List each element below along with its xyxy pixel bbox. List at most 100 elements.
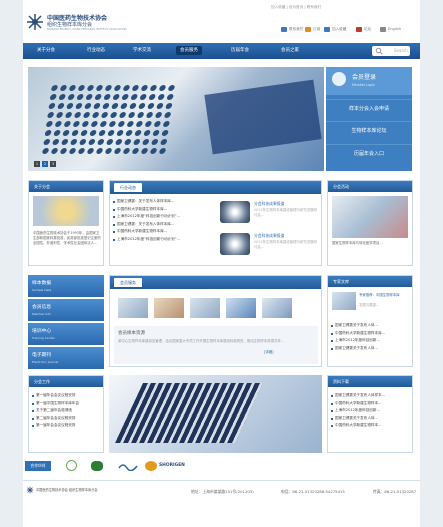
- side-apply-button[interactable]: 样本分会入会申请: [326, 99, 412, 117]
- tube-cap: [154, 112, 163, 118]
- nav-item-member-service[interactable]: 会员服务: [176, 46, 202, 55]
- service-thumb[interactable]: [154, 298, 184, 318]
- partner-logo-3[interactable]: [118, 461, 138, 471]
- tube-cap: [83, 103, 93, 109]
- tube-cap: [119, 103, 129, 109]
- banner-page-1[interactable]: 1: [34, 161, 40, 167]
- news-thumb-title[interactable]: 分会科技成果报道: [254, 201, 284, 207]
- util-forum[interactable]: 论坛: [356, 25, 371, 33]
- banner-page-2[interactable]: 2: [42, 161, 48, 167]
- services-more-link[interactable]: [详细]: [264, 349, 273, 354]
- quick-links[interactable]: 加入收藏 | 设为首页 | 联系我们: [271, 5, 321, 10]
- footer: 中国医药生物技术协会 组织生物样本库分会 地址：上海市某某路151号(20120…: [23, 480, 420, 506]
- tube-cap: [55, 112, 64, 118]
- service-thumb[interactable]: [190, 298, 220, 318]
- util-english[interactable]: English: [380, 25, 401, 33]
- expert-card-title[interactable]: 专家推荐：中国生物样本库: [359, 293, 411, 303]
- partner-logo-2[interactable]: [91, 461, 103, 471]
- special-box: 分会工作 第一届年会会议议程安排 第一届中国生物样本库年会 关于第二届年会邀请函…: [28, 375, 104, 453]
- news-item[interactable]: 中国药科大学新建生物样本库...: [112, 206, 216, 214]
- download-item[interactable]: 中国药科大学新建生物样本...: [330, 400, 412, 408]
- tube-cap: [58, 94, 67, 100]
- services-heading: 会员样本资源: [118, 331, 145, 336]
- tube-cap: [72, 121, 81, 127]
- expert-item[interactable]: 中国药科大学新建生物样本库...: [330, 330, 412, 338]
- news-thumb-image[interactable]: [220, 233, 250, 255]
- sample-data-button[interactable]: 样本数据 Sample Data: [28, 275, 104, 297]
- tube-cap: [82, 112, 91, 118]
- tube-cap: [70, 130, 80, 136]
- about-title[interactable]: 关于分会: [29, 181, 103, 192]
- member-info-button[interactable]: 会员信息 Member Info: [28, 299, 104, 321]
- tube-cap: [123, 139, 132, 145]
- tab-services[interactable]: 会员服务: [114, 278, 142, 287]
- news-thumb-title[interactable]: 分会科技成果报道: [254, 233, 284, 239]
- service-thumb[interactable]: [226, 298, 256, 318]
- util-favorite[interactable]: 加入收藏: [324, 25, 346, 33]
- tube-cap: [47, 103, 57, 109]
- tube-cap: [118, 112, 127, 118]
- special-item[interactable]: 第一届年会会议议程安排: [31, 392, 103, 400]
- tube-cap: [112, 94, 121, 100]
- mid-banner[interactable]: [109, 375, 322, 453]
- download-item[interactable]: 国家卫健委关于发布人体样本...: [330, 392, 412, 400]
- journal-button[interactable]: 电子期刊 Electronic Journal: [28, 347, 104, 369]
- activity-title[interactable]: 分会活动: [328, 181, 412, 192]
- special-item[interactable]: 关于第二届年会邀请函: [31, 407, 103, 415]
- util-subscribe[interactable]: 订阅: [305, 25, 320, 33]
- util-contact[interactable]: 联系我们: [281, 25, 303, 33]
- nav-item-news[interactable]: 行业动态: [87, 47, 105, 53]
- download-item[interactable]: 中国药科大学新建生物样本...: [330, 422, 412, 430]
- download-list: 国家卫健委关于发布人体样本... 中国药科大学新建生物样本... 上海市2012…: [330, 392, 412, 430]
- search-icon: [375, 47, 383, 55]
- download-title[interactable]: 资料下载: [328, 376, 412, 387]
- expert-item[interactable]: 国家卫健委关于发布人体...: [330, 322, 412, 330]
- member-login[interactable]: 会员登录 Member Login: [326, 67, 412, 95]
- nav-item-about[interactable]: 关于分会: [37, 47, 55, 53]
- expert-item[interactable]: 国家卫健委关于发布人体...: [330, 345, 412, 353]
- expert-title[interactable]: 专家文库: [328, 276, 412, 287]
- tube-cap: [88, 130, 98, 136]
- tube-cap: [164, 103, 174, 109]
- nav-item-academic[interactable]: 学术交流: [133, 47, 151, 53]
- download-item[interactable]: 国家卫健委关于发布人体...: [330, 415, 412, 423]
- partner-logo-1[interactable]: [66, 460, 77, 471]
- service-thumb[interactable]: [262, 298, 292, 318]
- activity-image[interactable]: [332, 196, 408, 238]
- service-thumb[interactable]: [118, 298, 148, 318]
- tab-news[interactable]: 行业动态: [114, 183, 142, 192]
- logo-subtitle: 组织生物样本库分会: [47, 22, 93, 28]
- expert-card-text: 发展与展望...: [359, 303, 380, 307]
- news-item[interactable]: 上海市2012年度“科技创新行动计划”...: [112, 236, 216, 244]
- news-item[interactable]: 中国药科大学新建生物样本库...: [112, 228, 216, 236]
- download-item[interactable]: 上海市2012年度科技创新...: [330, 407, 412, 415]
- nav-item-home[interactable]: 会员之家: [281, 47, 299, 53]
- freezer-rack-image: [204, 79, 322, 155]
- partner-logo-4[interactable]: [145, 461, 157, 471]
- tube-cap: [61, 130, 71, 136]
- footer-fax: 传真：86-21-51320287: [373, 489, 417, 494]
- special-item[interactable]: 第一届年会会议议程安排: [31, 422, 103, 430]
- services-box: 会员服务 会员样本资源 某中心生物样本库建设及管理，结合国家重大专项工作开展生物…: [109, 275, 322, 367]
- special-item[interactable]: 第一届中国生物样本库年会: [31, 400, 103, 408]
- side-forum-button[interactable]: 生物样本库论坛: [326, 121, 412, 139]
- footer-address: 地址：上海市某某路151号(201203): [191, 489, 254, 494]
- news-item[interactable]: 上海市2012年度“科技创新行动计划”...: [112, 213, 216, 221]
- partner-logo-text[interactable]: SHORIGEN: [159, 463, 185, 468]
- expert-image[interactable]: [332, 292, 356, 310]
- tube-cap: [140, 148, 149, 154]
- news-item[interactable]: 国家卫健委：关于发布人体样本库...: [112, 221, 216, 229]
- expert-item[interactable]: 上海市2012年度科技创新...: [330, 337, 412, 345]
- side-annual-button[interactable]: 历届年会入口: [326, 144, 412, 162]
- expert-box: 专家文库 专家推荐：中国生物样本库 发展与展望... 国家卫健委关于发布人体..…: [327, 275, 413, 367]
- special-title[interactable]: 分会工作: [29, 376, 103, 387]
- news-thumb-image[interactable]: [220, 201, 250, 223]
- special-item[interactable]: 第二届年会会议议程安排: [31, 415, 103, 423]
- banner-slideshow[interactable]: 1 2 3: [28, 67, 324, 171]
- training-center-button[interactable]: 培训中心 Training Center: [28, 323, 104, 345]
- tube-cap: [59, 85, 68, 91]
- news-item[interactable]: 国家卫健委：关于发布人体样本库...: [112, 198, 216, 206]
- banner-page-3[interactable]: 3: [50, 161, 56, 167]
- nav-item-annual[interactable]: 历届年会: [231, 47, 249, 53]
- tube-cap: [133, 130, 143, 136]
